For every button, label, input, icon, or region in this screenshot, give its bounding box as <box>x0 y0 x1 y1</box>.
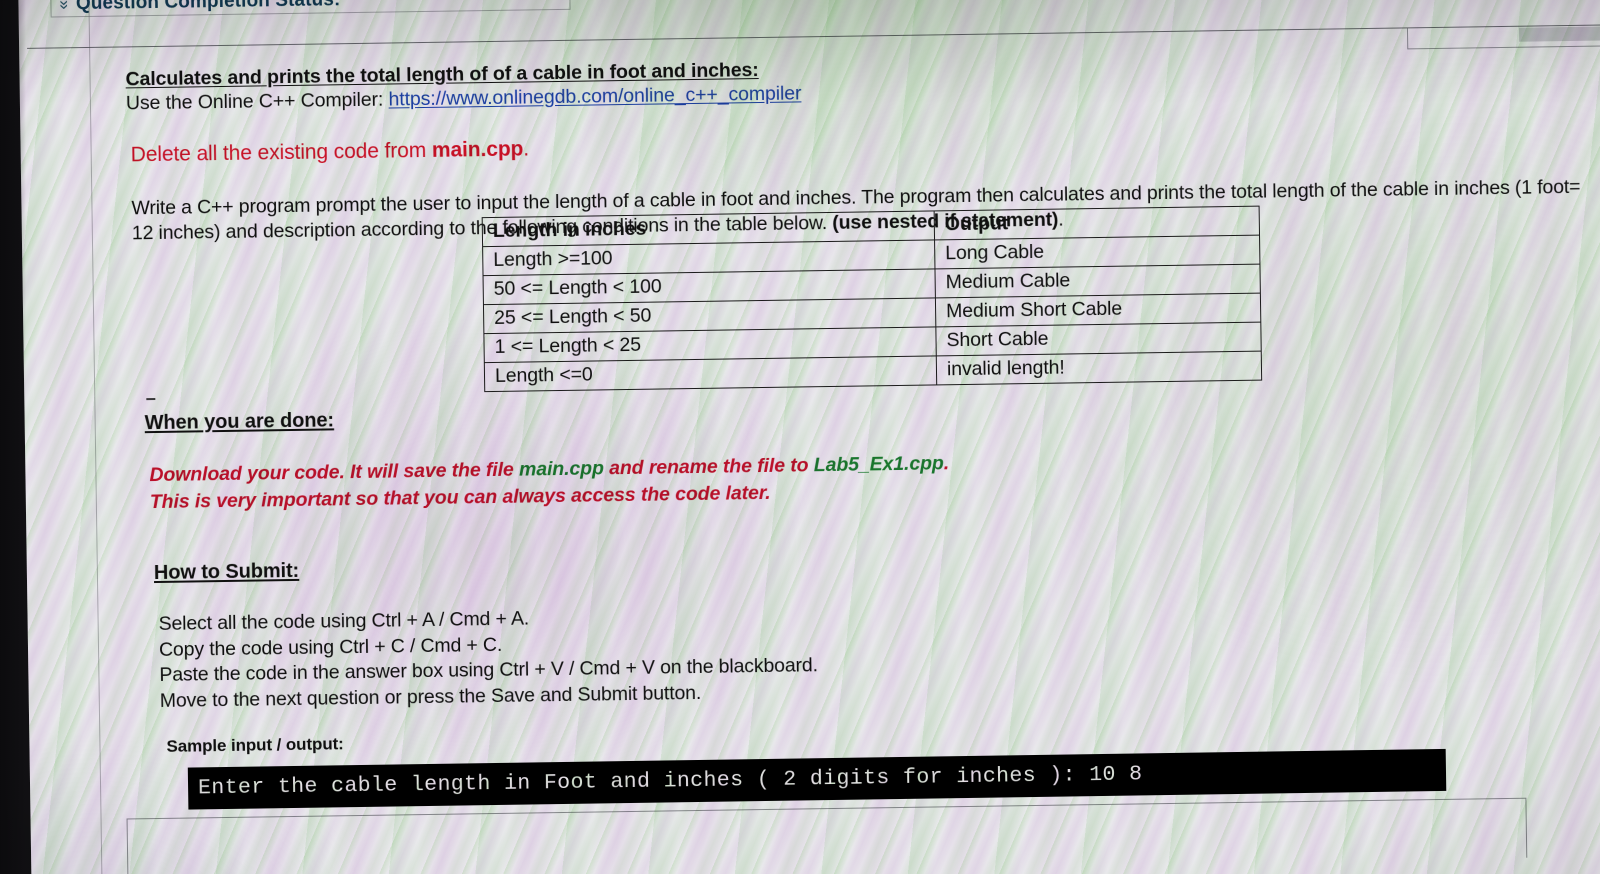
top-right-scroll-thumb[interactable] <box>1518 25 1600 42</box>
answer-box-outline[interactable] <box>126 797 1528 874</box>
left-border-rule <box>87 0 104 874</box>
download-text-c: . <box>943 452 950 475</box>
table-cell-output: invalid length! <box>936 351 1262 385</box>
compiler-line-prefix: Use the Online C++ Compiler: <box>125 88 389 115</box>
table-cell-condition: Length <=0 <box>484 355 937 392</box>
submit-steps: Select all the code using Ctrl + A / Cmd… <box>158 602 818 714</box>
download-text-b: and rename the file to <box>603 454 814 480</box>
download-text-a: Download your code. It will save the fil… <box>149 458 520 487</box>
terminal-output-block: Enter the cable length in Foot and inche… <box>187 748 1447 810</box>
how-to-submit-heading: How to Submit: <box>153 559 300 585</box>
download-instructions: Download your code. It will save the fil… <box>149 450 949 516</box>
delete-notice-filename: main.cpp <box>431 137 524 162</box>
delete-notice-period: . <box>523 137 530 161</box>
download-filename-lab5: Lab5_Ex1.cpp <box>813 452 944 477</box>
double-chevron-down-icon[interactable]: » <box>56 0 75 9</box>
monitor-screen-surface: » Question Completion Status: Calculates… <box>18 0 1600 874</box>
stray-dash-mark <box>146 398 156 401</box>
lms-question-page: » Question Completion Status: Calculates… <box>18 0 1600 874</box>
download-filename-main: main.cpp <box>518 457 604 481</box>
when-done-heading: When you are done: <box>144 409 335 435</box>
when-you-are-done-section: When you are done: <box>144 398 335 435</box>
conditions-table: Length in inches Output Length >=100 Lon… <box>482 206 1263 393</box>
photographed-screen: » Question Completion Status: Calculates… <box>0 0 1600 874</box>
delete-notice-text: Delete all the existing code from <box>130 138 433 167</box>
header-divider <box>27 23 1600 49</box>
sample-io-label: Sample input / output: <box>166 734 344 756</box>
onlinegdb-link[interactable]: https://www.onlinegdb.com/online_c++_com… <box>388 82 801 110</box>
delete-code-notice: Delete all the existing code from main.c… <box>131 121 1600 167</box>
